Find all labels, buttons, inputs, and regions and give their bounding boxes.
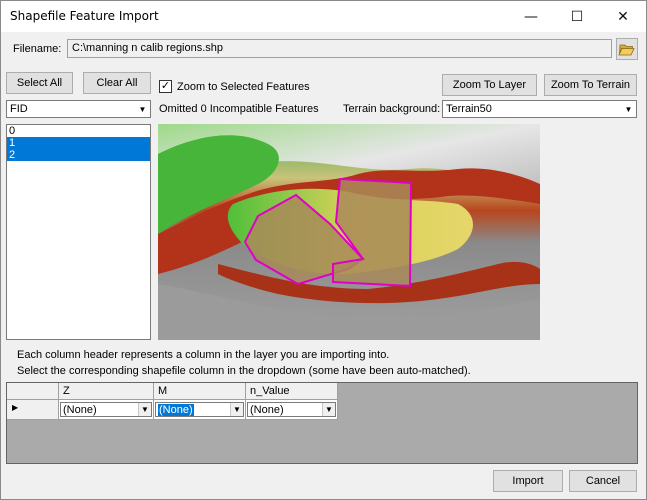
zoom-to-selected-checkbox[interactable]: ✓ <box>159 80 172 93</box>
import-button[interactable]: Import <box>493 470 563 492</box>
grid-cell: (None) ▼ <box>246 400 338 420</box>
chevron-down-icon: ▼ <box>322 403 335 416</box>
grid-column-header: M <box>154 383 246 400</box>
grid-column-header-label: M <box>158 385 168 397</box>
instructions-line-2: Select the corresponding shapefile colum… <box>17 365 471 377</box>
chevron-down-icon: ▼ <box>138 104 147 114</box>
instructions-line-1: Each column header represents a column i… <box>17 349 390 361</box>
grid-column-header: Z <box>59 383 154 400</box>
chevron-down-icon: ▼ <box>138 403 151 416</box>
column-mapping-select[interactable]: (None) ▼ <box>60 402 152 417</box>
row-indicator-icon: ▶ <box>12 403 19 412</box>
clear-all-button[interactable]: Clear All <box>83 72 151 94</box>
folder-open-icon <box>618 44 635 56</box>
grid-corner-header <box>7 383 59 400</box>
column-mapping-value: (None) <box>158 404 194 416</box>
column-mapping-select[interactable]: (None) ▼ <box>155 402 244 417</box>
omitted-features-text: Omitted 0 Incompatible Features <box>159 103 319 115</box>
field-select[interactable]: FID ▼ <box>6 100 151 118</box>
terrain-map-preview[interactable] <box>158 124 540 340</box>
zoom-to-terrain-button[interactable]: Zoom To Terrain <box>544 74 637 96</box>
close-button[interactable]: ✕ <box>600 1 646 32</box>
feature-list-item[interactable]: 0 <box>7 125 150 137</box>
terrain-select[interactable]: Terrain50 ▼ <box>442 100 637 118</box>
feature-list-item[interactable]: 2 <box>7 149 150 161</box>
grid-cell: (None) ▼ <box>154 400 246 420</box>
column-mapping-value: (None) <box>250 404 284 416</box>
checkmark-icon: ✓ <box>160 80 171 92</box>
title-bar: Shapefile Feature Import — ☐ ✕ <box>1 1 646 32</box>
minimize-button[interactable]: — <box>508 1 554 32</box>
filename-field[interactable]: C:\manning n calib regions.shp <box>67 39 612 58</box>
maximize-button[interactable]: ☐ <box>554 1 600 32</box>
dialog-window: Shapefile Feature Import — ☐ ✕ Filename:… <box>0 0 647 500</box>
terrain-map-image <box>158 124 540 340</box>
browse-button[interactable] <box>616 38 638 60</box>
cancel-button[interactable]: Cancel <box>569 470 637 492</box>
field-select-value: FID <box>10 103 28 115</box>
column-mapping-grid: ▶ Z (None) ▼ M (None) ▼ n_Value (None) ▼ <box>6 382 638 464</box>
feature-list[interactable]: 012 <box>6 124 151 340</box>
grid-column-header-label: Z <box>63 385 70 397</box>
select-all-button[interactable]: Select All <box>6 72 73 94</box>
terrain-select-value: Terrain50 <box>446 103 492 115</box>
grid-column-header-label: n_Value <box>250 385 290 397</box>
chevron-down-icon: ▼ <box>230 403 243 416</box>
terrain-background-label: Terrain background: <box>343 103 441 115</box>
window-title: Shapefile Feature Import <box>10 9 159 23</box>
grid-cell: (None) ▼ <box>59 400 154 420</box>
filename-label: Filename: <box>13 43 62 55</box>
column-mapping-value: (None) <box>63 404 97 416</box>
feature-list-item[interactable]: 1 <box>7 137 150 149</box>
zoom-to-layer-button[interactable]: Zoom To Layer <box>442 74 537 96</box>
grid-row-header: ▶ <box>7 400 59 420</box>
grid-column-header: n_Value <box>246 383 338 400</box>
chevron-down-icon: ▼ <box>624 104 633 114</box>
column-mapping-select[interactable]: (None) ▼ <box>247 402 336 417</box>
zoom-to-selected-label: Zoom to Selected Features <box>177 81 310 93</box>
